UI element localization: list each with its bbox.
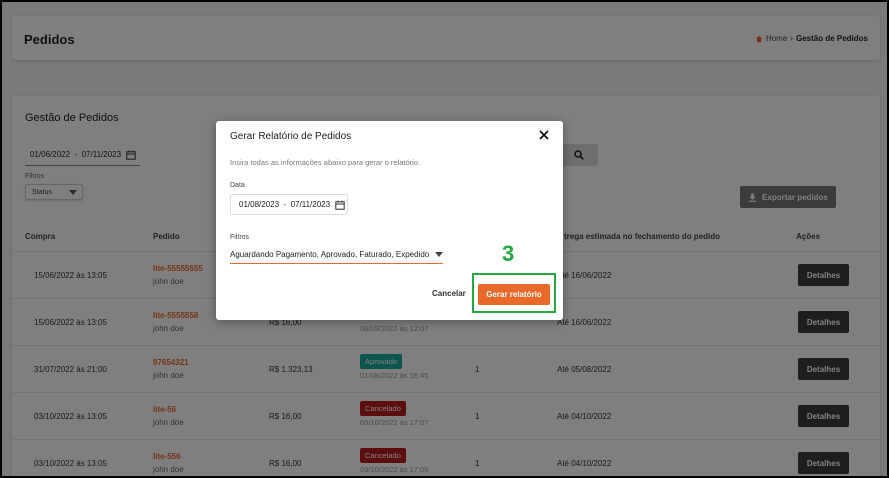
report-date-range-value: 01/08/2023 - 07/11/2023	[239, 200, 331, 209]
modal-title: Gerar Relatório de Pedidos	[230, 131, 352, 142]
report-filters-label: Filtros	[230, 234, 250, 241]
modal-subtitle: Insira todas as informações abaixo para …	[230, 158, 421, 167]
step-number: 3	[502, 241, 515, 266]
chevron-down-icon	[435, 251, 443, 257]
report-date-range[interactable]: 01/08/2023 - 07/11/2023	[230, 194, 348, 215]
cancel-button[interactable]: Cancelar	[432, 289, 466, 298]
close-icon[interactable]	[538, 129, 550, 141]
highlight-box	[472, 273, 556, 313]
report-filters-select[interactable]: Aguardando Pagamento, Aprovado, Faturado…	[230, 245, 443, 264]
calendar-icon[interactable]	[335, 200, 345, 210]
report-filters-value: Aguardando Pagamento, Aprovado, Faturado…	[230, 249, 430, 259]
app-window: Pedidos Home › Gestão de Pedidos Gestão …	[2, 2, 887, 476]
date-label: Data	[230, 182, 245, 189]
